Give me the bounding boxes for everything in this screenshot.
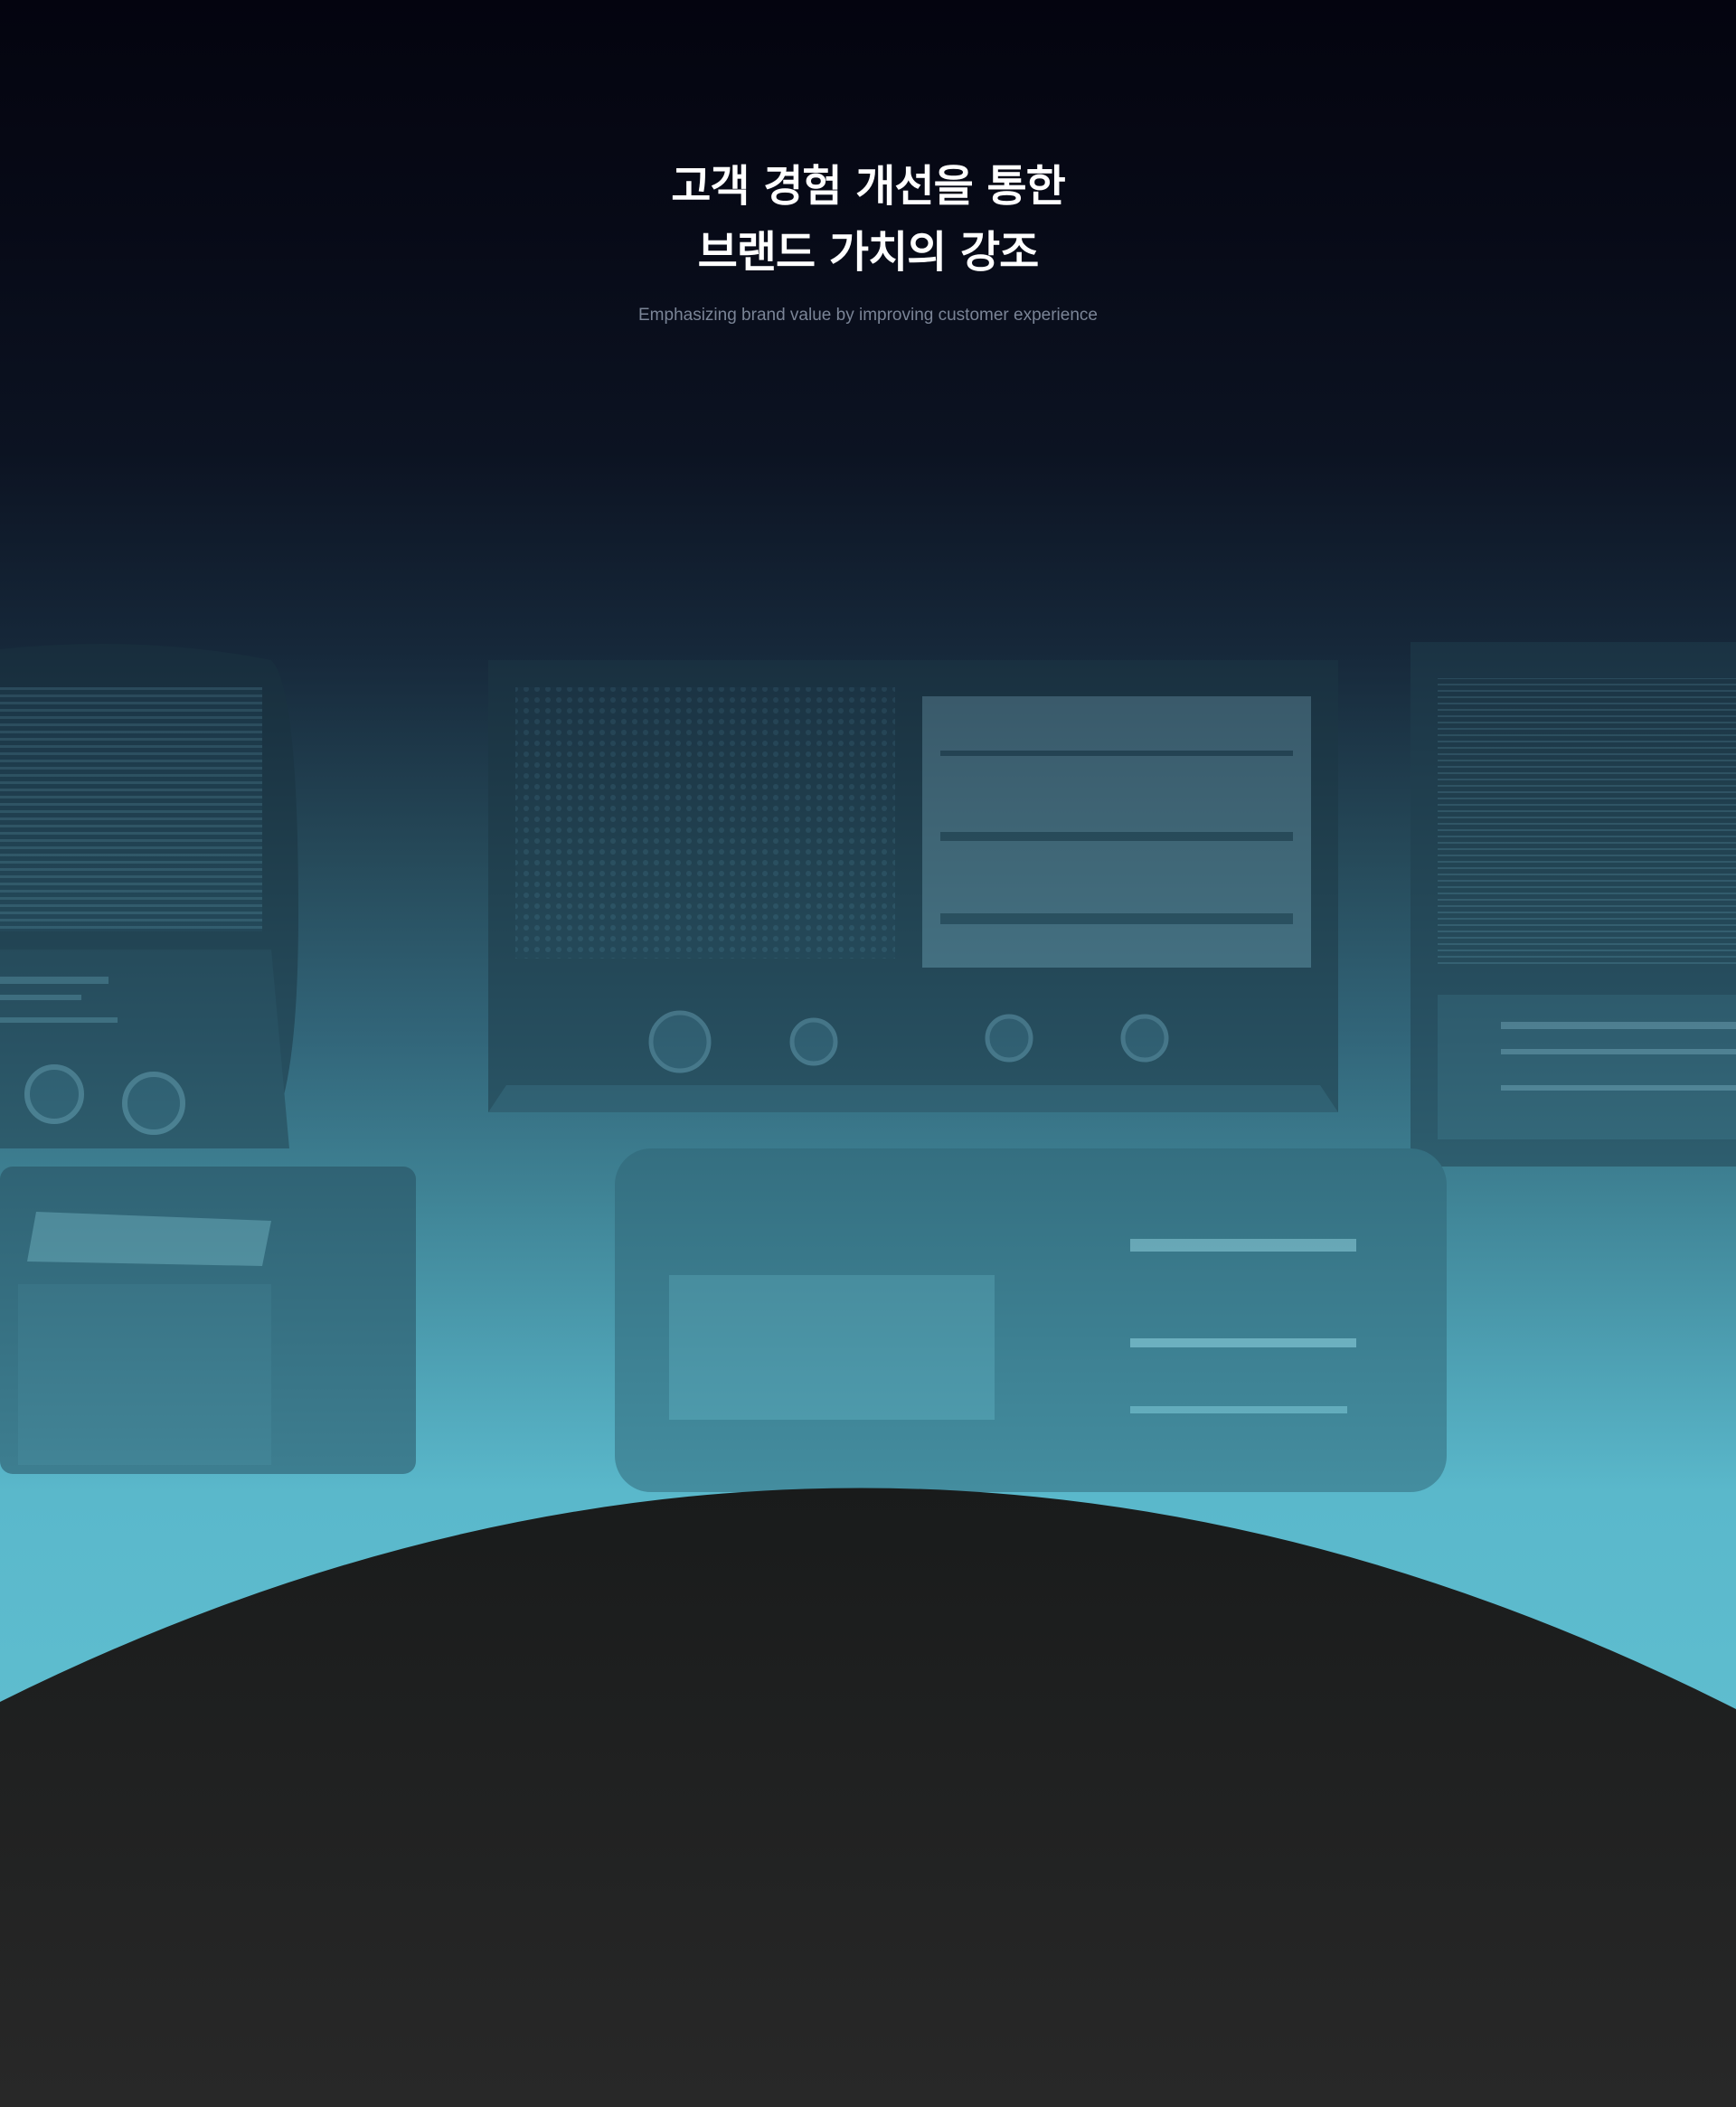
headline-block: 고객 경험 개선을 통한 브랜드 가치의 강조 Emphasizing bran… [0,154,1736,327]
hero-section: 고객 경험 개선을 통한 브랜드 가치의 강조 Emphasizing bran… [0,0,1736,2107]
headline-subtitle: Emphasizing brand value by improving cus… [638,306,1098,325]
headline-line-2: 브랜드 가치의 강조 [697,227,1040,278]
headline-line-1: 고객 경험 개선을 통한 [671,161,1066,212]
